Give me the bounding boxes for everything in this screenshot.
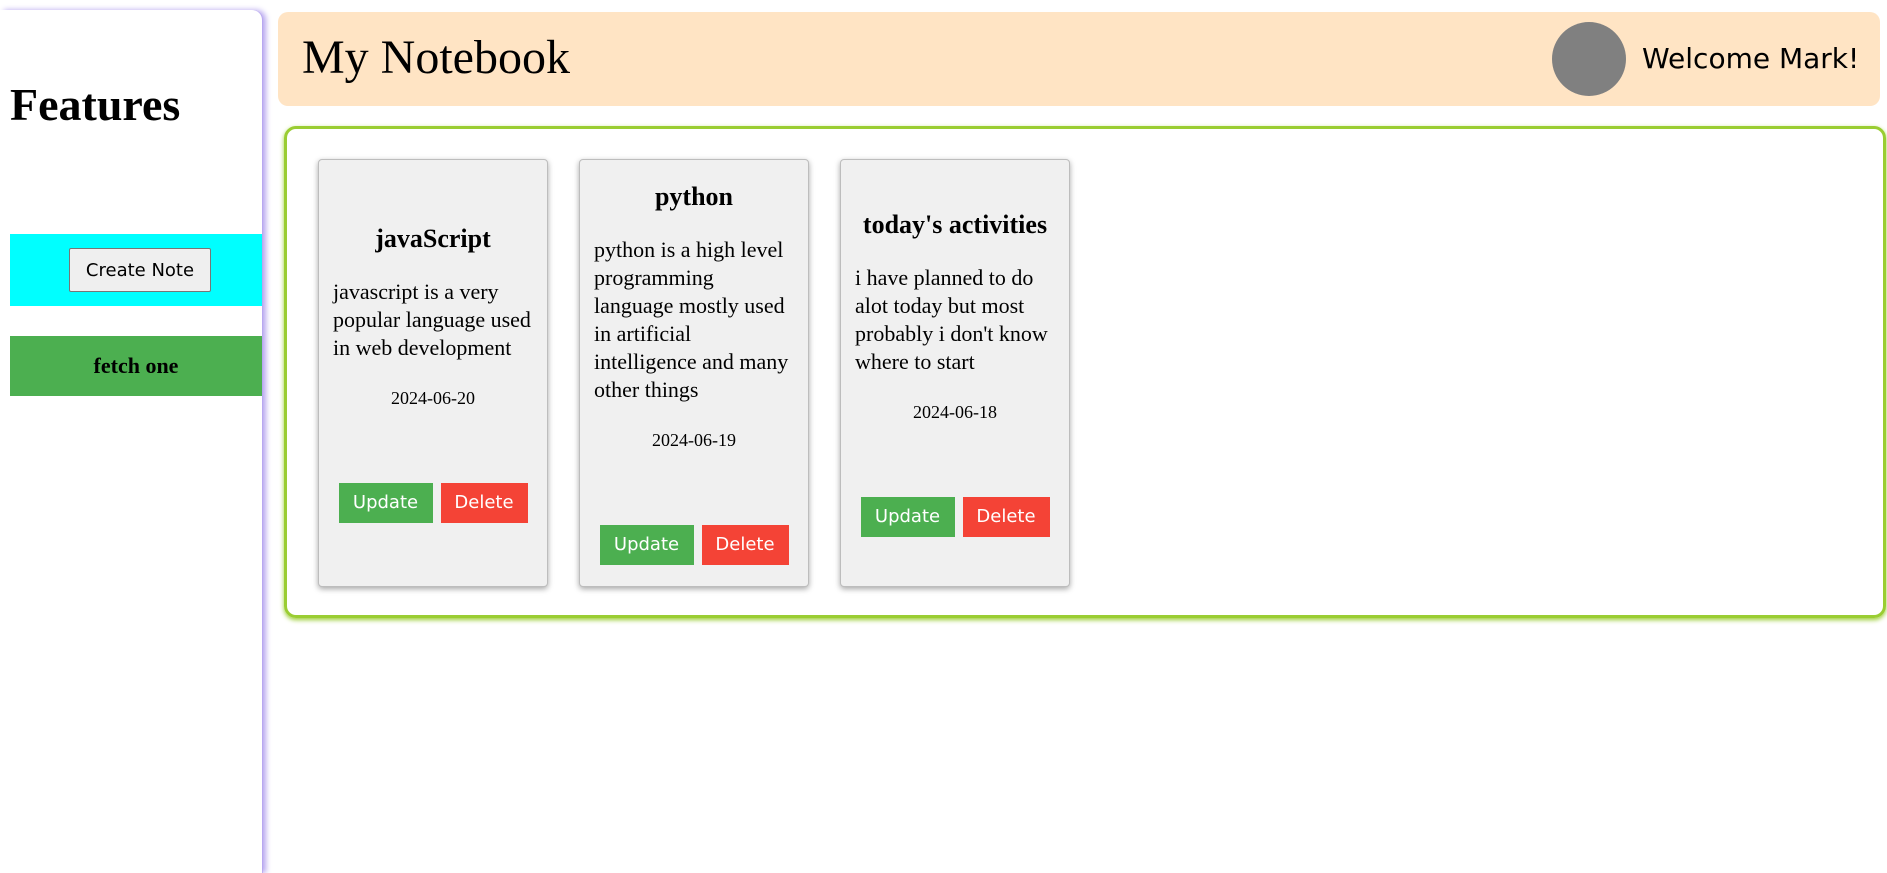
note-actions: Update Delete [860,496,1050,537]
note-card: today's activities i have planned to do … [840,159,1070,587]
note-actions: Update Delete [338,482,528,523]
note-date: 2024-06-19 [652,429,736,450]
delete-button[interactable]: Delete [701,524,789,565]
fetch-one-button[interactable]: fetch one [10,336,262,396]
update-button[interactable]: Update [599,524,694,565]
note-body: i have planned to do alot today but most… [855,264,1048,374]
create-note-band: Create Note [10,234,262,306]
note-card: python python is a high level programmin… [579,159,809,587]
note-body: python is a high level programming langu… [594,236,789,402]
note-card: javaScript javascript is a very popular … [318,159,548,587]
delete-button[interactable]: Delete [962,496,1050,537]
note-actions: Update Delete [599,524,789,565]
note-date: 2024-06-18 [913,401,997,422]
update-button[interactable]: Update [338,482,433,523]
notes-container: javaScript javascript is a very popular … [284,126,1886,618]
welcome-message: Welcome Mark! [1642,42,1860,75]
create-note-button[interactable]: Create Note [69,248,211,292]
note-title: javaScript [375,223,491,253]
update-button[interactable]: Update [860,496,955,537]
note-title: python [654,181,734,211]
app-header: My Notebook Welcome Mark! [278,12,1880,106]
avatar [1552,22,1626,96]
app-title: My Notebook [302,31,570,84]
sidebar-title: Features [10,79,181,130]
note-date: 2024-06-20 [391,387,475,408]
delete-button[interactable]: Delete [440,482,528,523]
sidebar: Features Create Note fetch one [0,10,262,873]
note-body: javascript is a very popular language us… [333,278,531,360]
note-title: today's activities [862,209,1048,239]
